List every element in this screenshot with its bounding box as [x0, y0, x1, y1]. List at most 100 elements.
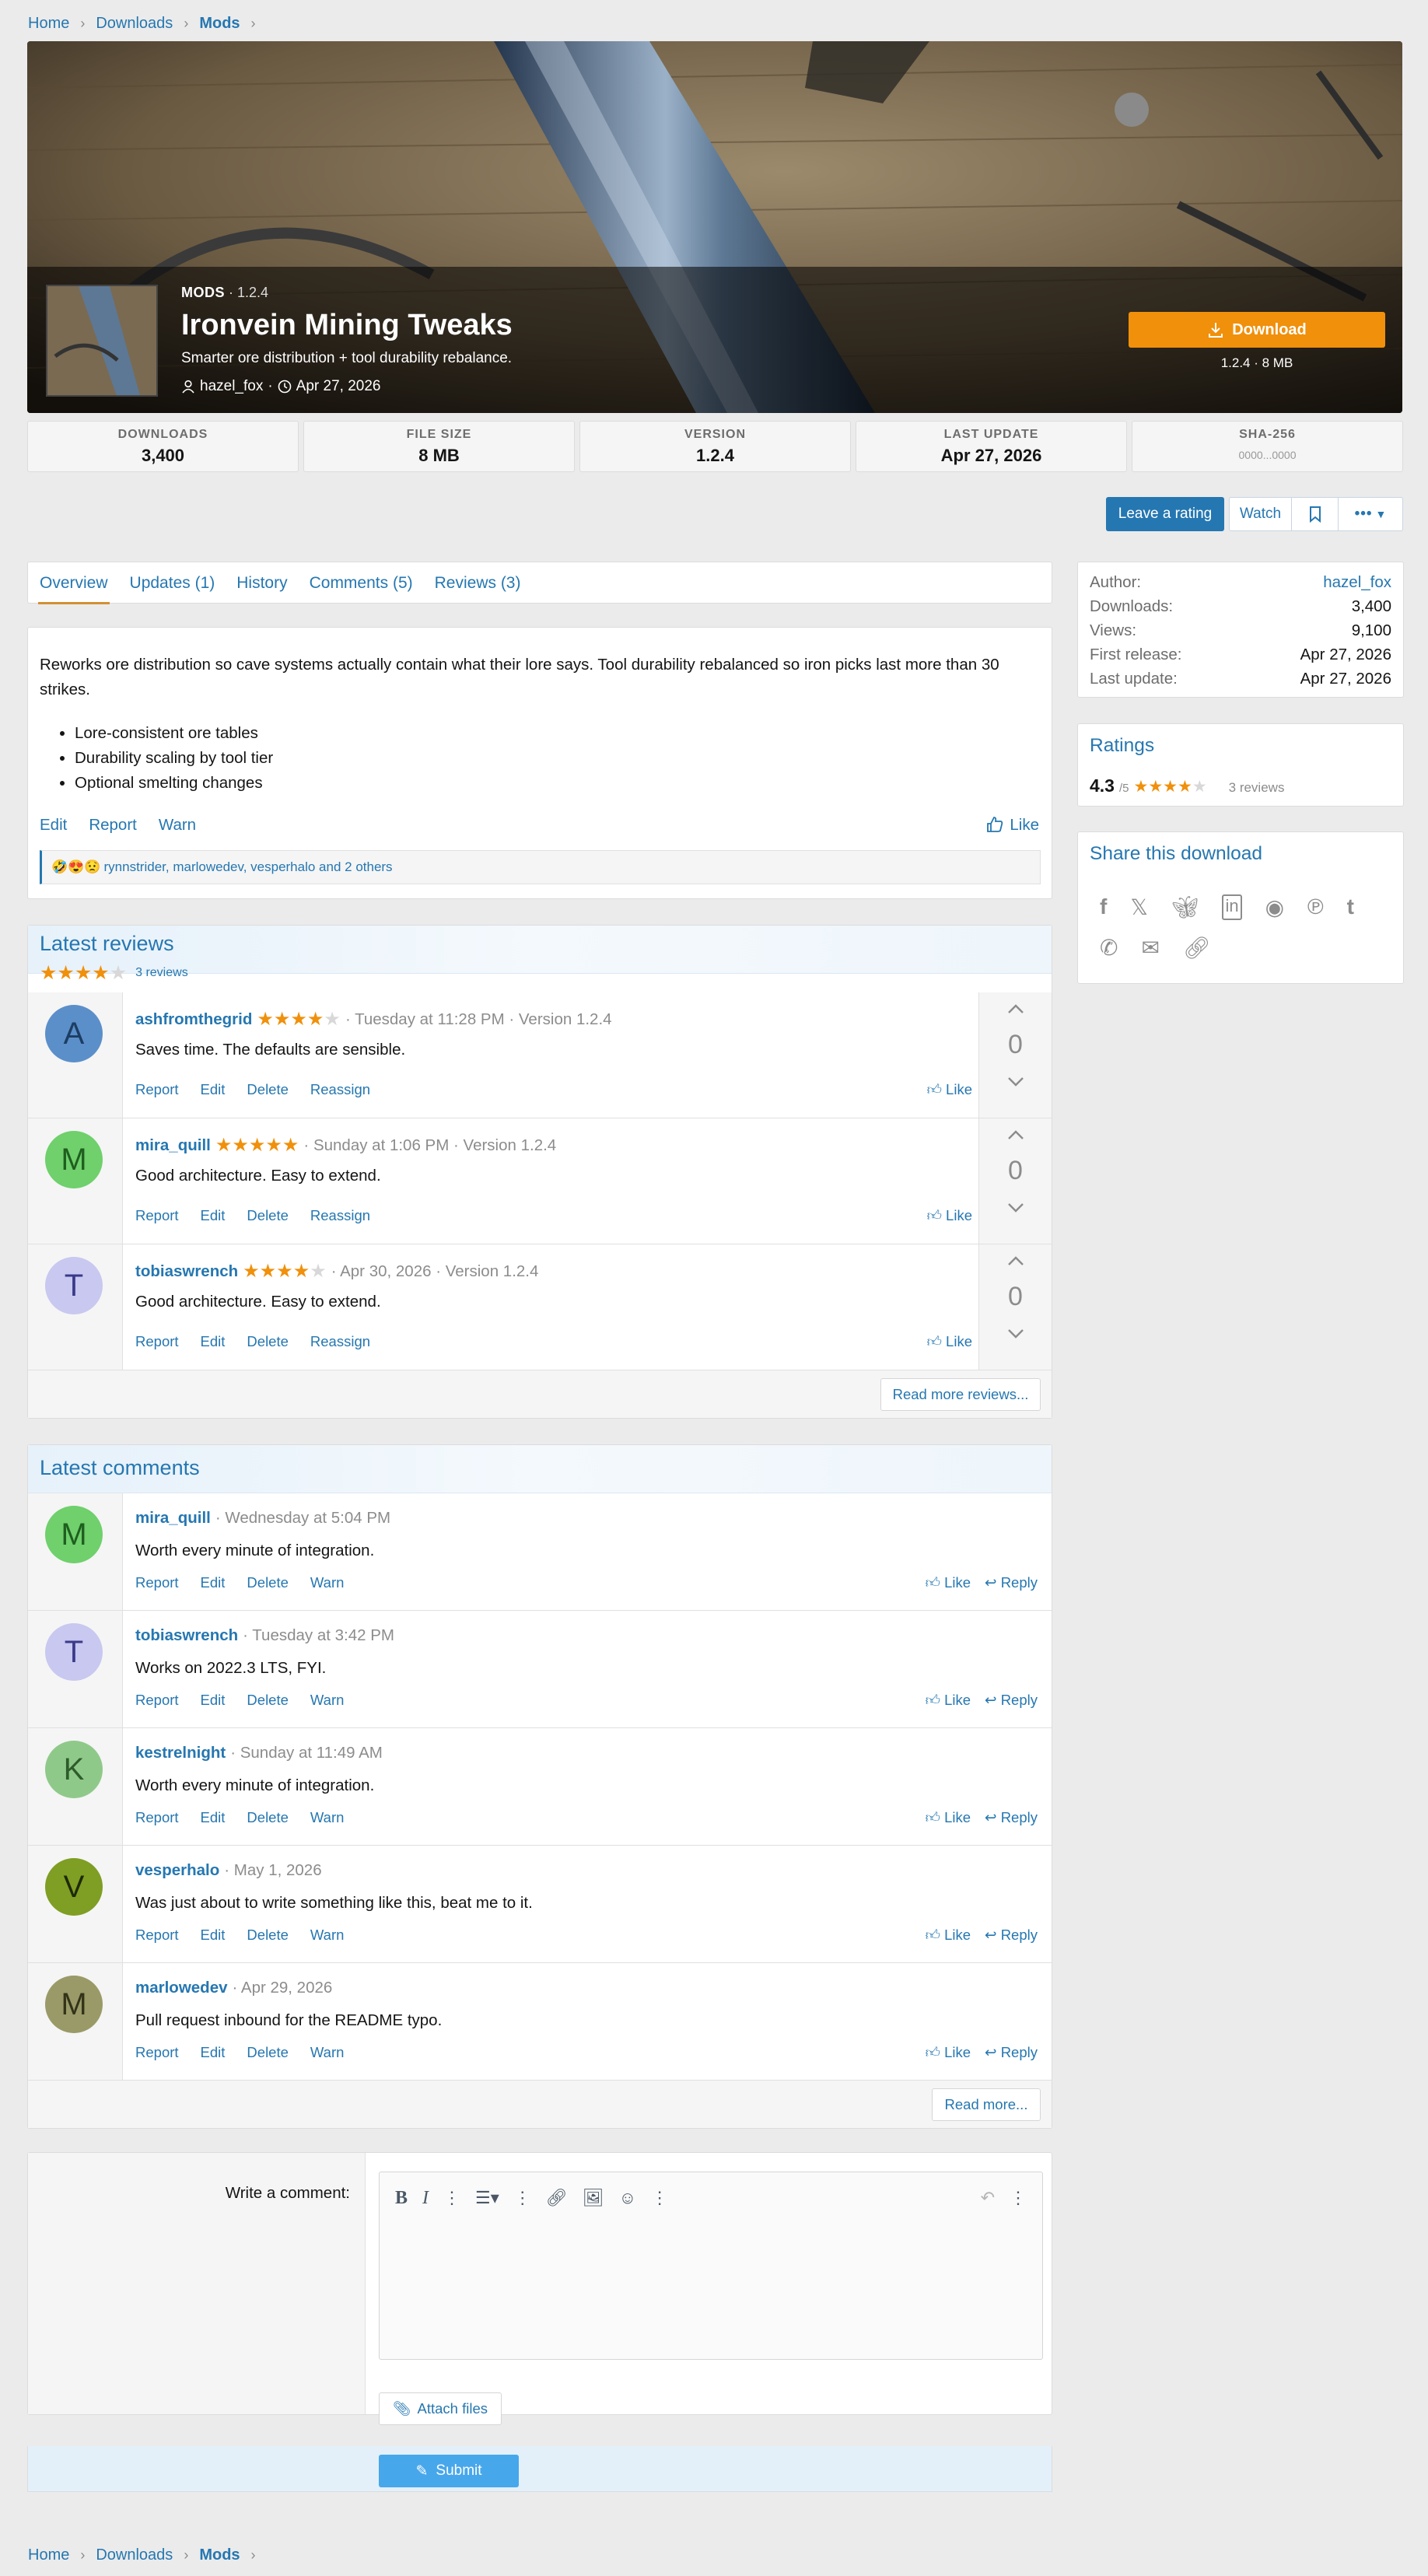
avatar[interactable]: K [45, 1741, 103, 1798]
delete-link[interactable]: Delete [247, 2044, 288, 2061]
warn-link[interactable]: Warn [310, 2044, 345, 2061]
report-link[interactable]: Report [135, 1207, 179, 1224]
edit-link[interactable]: Edit [201, 1927, 226, 1944]
like-button[interactable]: 👍︎ Like [926, 1692, 971, 1709]
delete-link[interactable]: Delete [247, 1207, 288, 1224]
tab-comments[interactable]: Comments (5) [310, 562, 413, 604]
like-button[interactable]: 👍︎ Like [927, 1333, 972, 1350]
avatar[interactable]: A [45, 1005, 103, 1062]
warn-link[interactable]: Warn [310, 1927, 345, 1944]
breadcrumb-downloads[interactable]: Downloads [96, 15, 173, 33]
image-icon[interactable]: 🖼︎ [583, 2188, 604, 2208]
leave-rating-button[interactable]: Leave a rating [1106, 497, 1224, 531]
bold-icon[interactable]: B [395, 2188, 408, 2209]
upvote-icon[interactable] [979, 1252, 1052, 1274]
linkedin-icon[interactable]: in [1222, 894, 1242, 920]
undo-icon[interactable]: ↶ [981, 2188, 995, 2208]
reply-button[interactable]: ↩︎ Reply [985, 2044, 1038, 2061]
read-more-comments-button[interactable]: Read more... [932, 2088, 1041, 2121]
bluesky-icon[interactable]: 🦋︎ [1171, 894, 1199, 920]
report-link[interactable]: Report [135, 1692, 179, 1709]
avatar[interactable]: T [45, 1623, 103, 1681]
link-icon[interactable]: 🔗︎ [546, 2188, 568, 2208]
report-link[interactable]: Report [135, 1574, 179, 1591]
more-vertical-icon[interactable]: ⋮ [514, 2188, 531, 2208]
like-button[interactable]: 👍︎ Like [926, 1574, 971, 1591]
submit-button[interactable]: ✎ Submit [379, 2455, 519, 2487]
edit-link[interactable]: Edit [201, 1333, 226, 1350]
pinterest-icon[interactable]: ℗ [1307, 894, 1324, 920]
delete-link[interactable]: Delete [247, 1081, 288, 1098]
upvote-icon[interactable] [979, 1000, 1052, 1022]
edit-link[interactable]: Edit [201, 1692, 226, 1709]
read-more-reviews-button[interactable]: Read more reviews... [880, 1378, 1041, 1411]
more-vertical-icon[interactable]: ⋮ [1010, 2188, 1027, 2208]
bookmark-button[interactable] [1292, 498, 1339, 530]
info-author[interactable]: hazel_fox [1323, 573, 1391, 597]
x-icon[interactable]: 𝕏 [1130, 894, 1148, 920]
reassign-link[interactable]: Reassign [310, 1333, 370, 1350]
comment-editor[interactable]: B I ⋮ ☰▾ ⋮ 🔗︎ 🖼︎ ☺︎ ⋮ ↶ ⋮ [379, 2172, 1043, 2360]
tab-updates[interactable]: Updates (1) [130, 562, 215, 604]
reply-button[interactable]: ↩︎ Reply [985, 1692, 1038, 1709]
breadcrumb-mods[interactable]: Mods [199, 15, 240, 33]
delete-link[interactable]: Delete [247, 1574, 288, 1591]
breadcrumb-downloads[interactable]: Downloads [96, 2546, 173, 2564]
italic-icon[interactable]: I [422, 2188, 429, 2209]
report-link[interactable]: Report [89, 816, 137, 835]
more-vertical-icon[interactable]: ⋮ [443, 2188, 460, 2208]
warn-link[interactable]: Warn [310, 1574, 345, 1591]
like-button[interactable]: 👍︎ Like [927, 1207, 972, 1224]
downvote-icon[interactable] [979, 1325, 1052, 1347]
avatar[interactable]: T [45, 1257, 103, 1314]
comment-author[interactable]: marlowedev [135, 1979, 228, 1997]
warn-link[interactable]: Warn [159, 816, 196, 835]
avatar[interactable]: M [45, 1131, 103, 1188]
reply-button[interactable]: ↩︎ Reply [985, 1574, 1038, 1591]
edit-link[interactable]: Edit [201, 2044, 226, 2061]
warn-link[interactable]: Warn [310, 1809, 345, 1826]
tab-reviews[interactable]: Reviews (3) [435, 562, 521, 604]
reddit-icon[interactable]: ◉ [1265, 894, 1284, 920]
report-link[interactable]: Report [135, 1809, 179, 1826]
reply-button[interactable]: ↩︎ Reply [985, 1809, 1038, 1826]
edit-link[interactable]: Edit [201, 1081, 226, 1098]
avatar[interactable]: M [45, 1506, 103, 1563]
review-author[interactable]: mira_quill [135, 1136, 211, 1155]
avatar[interactable]: M [45, 1976, 103, 2033]
delete-link[interactable]: Delete [247, 1333, 288, 1350]
whatsapp-icon[interactable]: ✆ [1100, 935, 1118, 961]
like-button[interactable]: 👍︎ Like [926, 2044, 971, 2061]
upvote-icon[interactable] [979, 1126, 1052, 1148]
reassign-link[interactable]: Reassign [310, 1207, 370, 1224]
report-link[interactable]: Report [135, 1333, 179, 1350]
tumblr-icon[interactable]: t [1347, 894, 1354, 920]
like-button[interactable]: 👍︎ Like [926, 1809, 971, 1826]
hero-author[interactable]: hazel_fox [200, 378, 263, 395]
reassign-link[interactable]: Reassign [310, 1081, 370, 1098]
review-author[interactable]: ashfromthegrid [135, 1010, 252, 1029]
comment-author[interactable]: vesperhalo [135, 1861, 219, 1880]
delete-link[interactable]: Delete [247, 1692, 288, 1709]
link-icon[interactable]: 🔗︎ [1183, 935, 1211, 961]
email-icon[interactable]: ✉︎ [1141, 935, 1159, 961]
downvote-icon[interactable] [979, 1073, 1052, 1095]
list-icon[interactable]: ☰▾ [475, 2188, 499, 2208]
downvote-icon[interactable] [979, 1199, 1052, 1221]
warn-link[interactable]: Warn [310, 1692, 345, 1709]
review-author[interactable]: tobiaswrench [135, 1262, 238, 1281]
delete-link[interactable]: Delete [247, 1809, 288, 1826]
like-button[interactable]: 👍︎ Like [926, 1927, 971, 1944]
reactions-bar[interactable]: 🤣😍😟 rynnstrider, marlowedev, vesperhalo … [40, 850, 1041, 884]
reviews-count[interactable]: 3 reviews [135, 966, 188, 980]
facebook-icon[interactable]: f [1100, 894, 1107, 920]
like-button[interactable]: Like [986, 816, 1039, 835]
avatar[interactable]: V [45, 1858, 103, 1916]
report-link[interactable]: Report [135, 1081, 179, 1098]
breadcrumb-home[interactable]: Home [28, 2546, 69, 2564]
delete-link[interactable]: Delete [247, 1927, 288, 1944]
report-link[interactable]: Report [135, 2044, 179, 2061]
more-vertical-icon[interactable]: ⋮ [651, 2188, 668, 2208]
reply-button[interactable]: ↩︎ Reply [985, 1927, 1038, 1944]
tab-overview[interactable]: Overview [38, 562, 110, 604]
